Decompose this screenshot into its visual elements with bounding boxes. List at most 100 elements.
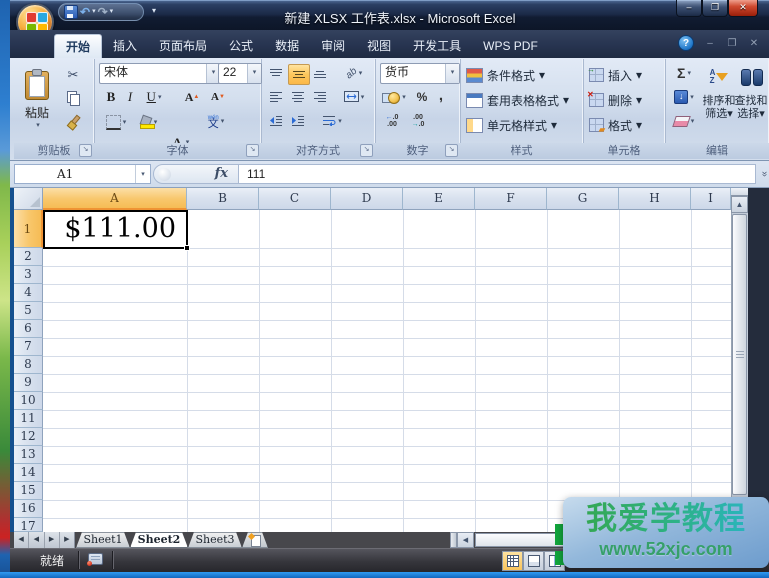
tab-review[interactable]: 审阅: [310, 34, 356, 58]
insert-function-button[interactable]: fx: [153, 164, 239, 184]
column-header-a[interactable]: A: [43, 188, 187, 210]
tab-wps-pdf[interactable]: WPS PDF: [472, 34, 549, 58]
help-icon[interactable]: ?: [678, 35, 694, 51]
scroll-up-icon[interactable]: ▲: [731, 196, 748, 213]
number-format-combo[interactable]: 货币 ▾: [380, 63, 460, 84]
workbook-restore-icon[interactable]: ❐: [724, 38, 740, 50]
cut-button[interactable]: ✂: [62, 65, 84, 85]
formula-bar-expand-icon[interactable]: »: [756, 168, 769, 180]
align-left-button[interactable]: [266, 87, 286, 106]
conditional-formatting-button[interactable]: 条件格式 ▾: [466, 65, 545, 85]
underline-button[interactable]: U ▾: [140, 87, 168, 107]
autosum-button[interactable]: Σ ▾: [669, 63, 699, 83]
qat-customize-icon[interactable]: ▾: [148, 6, 160, 19]
accounting-format-button[interactable]: ▾: [379, 87, 409, 107]
decrease-indent-button[interactable]: [266, 111, 286, 130]
align-right-button[interactable]: [310, 87, 330, 106]
maximize-button[interactable]: ❐: [702, 0, 728, 17]
workbook-close-icon[interactable]: ✕: [746, 38, 762, 50]
next-sheet-icon[interactable]: ▶: [45, 532, 60, 548]
row-header-12[interactable]: 12: [14, 428, 43, 446]
fill-handle[interactable]: [184, 245, 190, 251]
alignment-dialog-launcher[interactable]: ↘: [360, 144, 373, 157]
undo-icon[interactable]: ↶: [80, 4, 90, 20]
row-header-1[interactable]: 1: [14, 210, 43, 248]
copy-button[interactable]: [62, 87, 84, 107]
formula-input[interactable]: 111: [239, 164, 756, 184]
tab-home[interactable]: 开始: [54, 34, 102, 58]
row-header-10[interactable]: 10: [14, 392, 43, 410]
row-header-3[interactable]: 3: [14, 266, 43, 284]
horizontal-split-box[interactable]: [450, 532, 457, 548]
column-header-g[interactable]: G: [547, 188, 619, 210]
tab-formulas[interactable]: 公式: [218, 34, 264, 58]
normal-view-button[interactable]: [502, 551, 523, 571]
row-header-16[interactable]: 16: [14, 500, 43, 518]
percent-style-button[interactable]: %: [413, 87, 431, 107]
select-all-corner[interactable]: [14, 188, 43, 210]
workbook-minimize-icon[interactable]: ‒: [702, 38, 718, 50]
decrease-decimal-button[interactable]: .00→.0: [407, 111, 429, 131]
tab-developer[interactable]: 开发工具: [402, 34, 472, 58]
format-cells-button[interactable]: ▰ 格式 ▾: [589, 115, 642, 135]
tab-data[interactable]: 数据: [264, 34, 310, 58]
align-bottom-button[interactable]: [310, 64, 330, 83]
column-header-f[interactable]: F: [475, 188, 547, 210]
sheet-tab-sheet3[interactable]: Sheet3: [188, 532, 242, 548]
save-icon[interactable]: [64, 5, 78, 19]
comma-style-button[interactable]: ,: [433, 85, 449, 105]
clear-button[interactable]: ▾: [669, 111, 699, 131]
row-header-15[interactable]: 15: [14, 482, 43, 500]
phonetic-button[interactable]: wén 文 ▾: [200, 110, 232, 132]
column-header-e[interactable]: E: [403, 188, 475, 210]
font-dialog-launcher[interactable]: ↘: [246, 144, 259, 157]
undo-dropdown-icon[interactable]: ▾: [92, 4, 96, 20]
column-header-c[interactable]: C: [259, 188, 331, 210]
row-header-2[interactable]: 2: [14, 248, 43, 266]
bold-button[interactable]: B: [102, 87, 120, 107]
column-header-h[interactable]: H: [619, 188, 691, 210]
sheet-tab-sheet1[interactable]: Sheet1: [76, 532, 130, 548]
number-format-dropdown-icon[interactable]: ▾: [445, 64, 459, 83]
align-top-button[interactable]: [266, 64, 286, 83]
minimize-button[interactable]: ‒: [676, 0, 702, 17]
font-name-combo[interactable]: 宋体 ▾: [99, 63, 221, 84]
tab-insert[interactable]: 插入: [102, 34, 148, 58]
fill-button[interactable]: ↓ ▾: [669, 87, 699, 107]
row-header-5[interactable]: 5: [14, 302, 43, 320]
tab-view[interactable]: 视图: [356, 34, 402, 58]
font-size-dropdown-icon[interactable]: ▾: [247, 64, 261, 83]
merge-center-button[interactable]: ▾: [339, 87, 369, 106]
row-header-4[interactable]: 4: [14, 284, 43, 302]
page-layout-view-button[interactable]: [523, 551, 544, 571]
close-button[interactable]: ✕: [728, 0, 758, 17]
shrink-font-button[interactable]: A▼: [206, 87, 230, 107]
delete-cells-button[interactable]: ✕ 删除 ▾: [589, 90, 642, 110]
name-box[interactable]: A1 ▾: [14, 164, 151, 184]
paste-button[interactable]: 粘贴 ▾: [18, 63, 56, 137]
clipboard-dialog-launcher[interactable]: ↘: [79, 144, 92, 157]
insert-cells-button[interactable]: → 插入 ▾: [589, 65, 642, 85]
vertical-scrollbar-thumb[interactable]: [732, 214, 747, 495]
find-select-icon-area[interactable]: [739, 66, 765, 88]
italic-button[interactable]: I: [122, 87, 138, 107]
increase-decimal-button[interactable]: ←←.0.0.00: [381, 111, 403, 131]
grow-font-button[interactable]: A▲: [180, 87, 204, 107]
align-middle-button[interactable]: [288, 64, 310, 85]
row-header-13[interactable]: 13: [14, 446, 43, 464]
vertical-split-box[interactable]: [731, 188, 748, 196]
sheet-tab-sheet2[interactable]: Sheet2: [130, 532, 188, 548]
tab-page-layout[interactable]: 页面布局: [148, 34, 218, 58]
fill-color-button[interactable]: ▾: [134, 112, 162, 132]
column-header-b[interactable]: B: [187, 188, 259, 210]
last-sheet-icon[interactable]: ▶: [60, 532, 74, 548]
find-select-button[interactable]: 查找和 选择▾: [733, 95, 769, 121]
row-header-6[interactable]: 6: [14, 320, 43, 338]
scroll-left-icon[interactable]: ◀: [457, 532, 474, 548]
row-header-8[interactable]: 8: [14, 356, 43, 374]
column-header-i[interactable]: I: [691, 188, 731, 210]
orientation-button[interactable]: ab ▾: [339, 63, 369, 83]
redo-dropdown-icon[interactable]: ▾: [110, 4, 114, 20]
increase-indent-button[interactable]: [288, 111, 308, 130]
redo-icon[interactable]: ↷: [98, 4, 108, 20]
